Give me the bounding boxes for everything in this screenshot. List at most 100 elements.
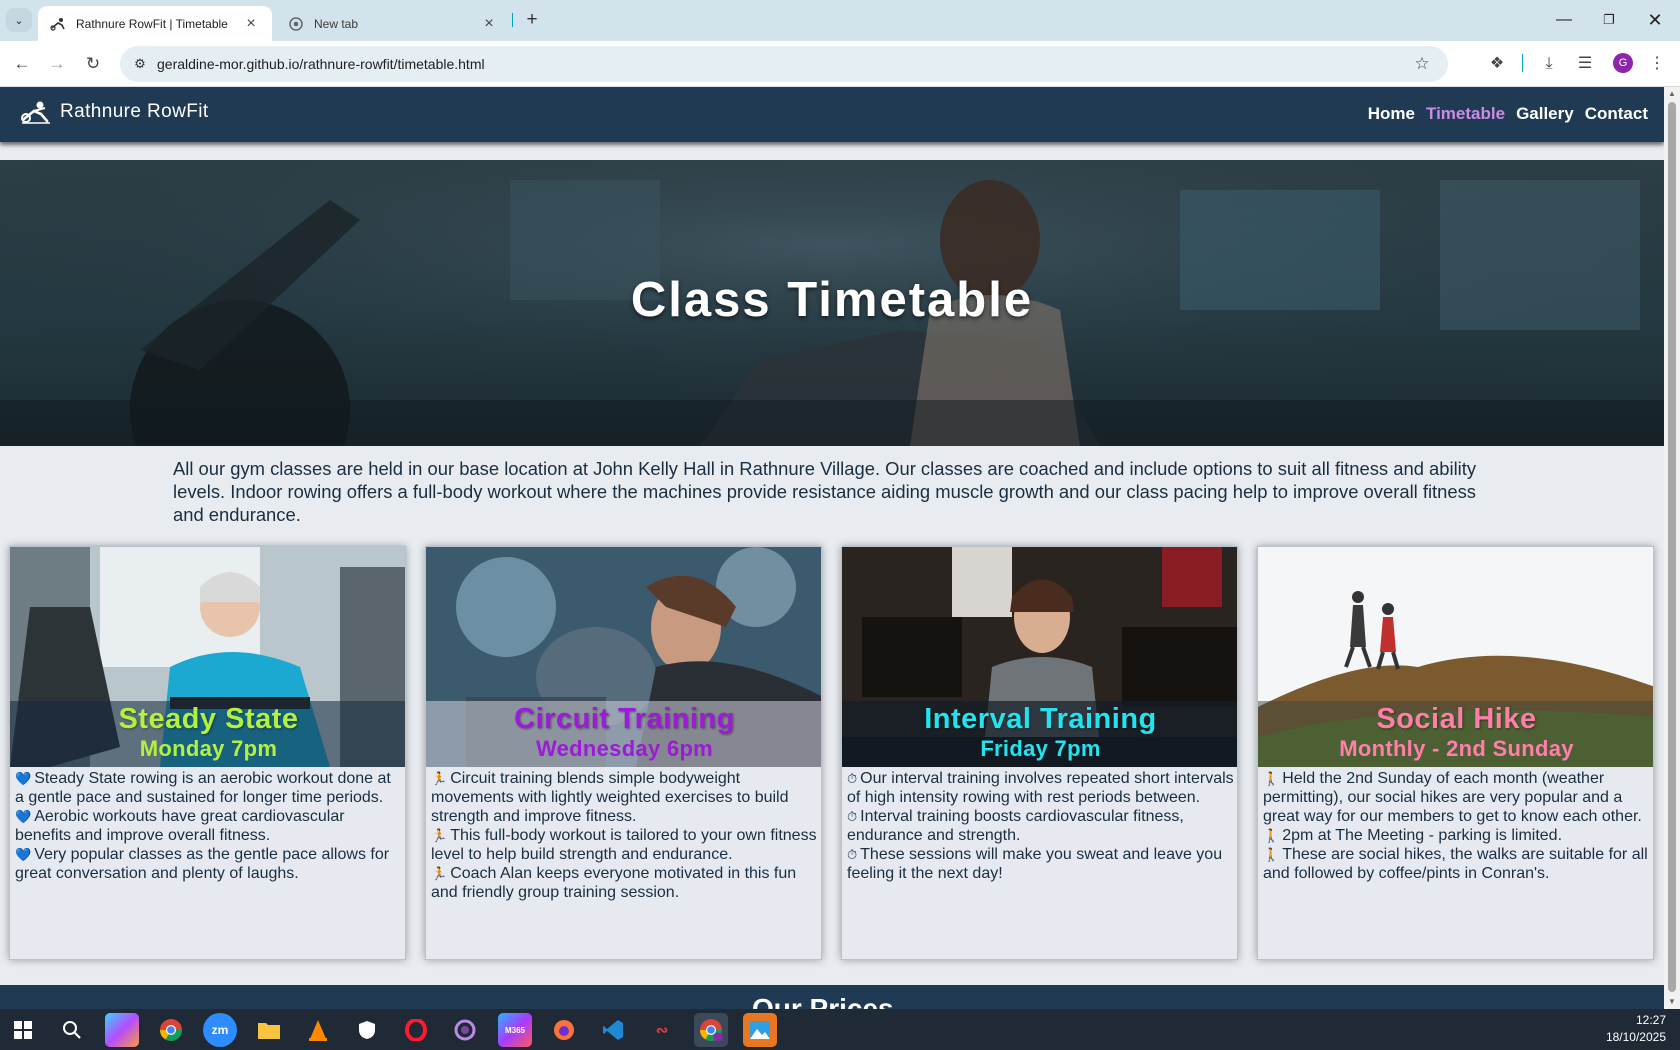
class-point: These are social hikes, the walks are su… bbox=[1263, 846, 1648, 882]
browser-tab-new[interactable]: New tab × bbox=[276, 6, 510, 41]
class-point: Held the 2nd Sunday of each month (weath… bbox=[1263, 770, 1642, 825]
nav-contact[interactable]: Contact bbox=[1585, 104, 1648, 124]
class-point: Coach Alan keeps everyone motivated in t… bbox=[431, 865, 797, 901]
class-name: Interval Training bbox=[924, 703, 1157, 735]
class-point: These sessions will make you sweat and l… bbox=[847, 846, 1223, 882]
zoom-icon[interactable]: zm bbox=[203, 1013, 237, 1047]
close-window-icon[interactable]: ✕ bbox=[1634, 6, 1676, 34]
os-taskbar: zm M365 ∾ 12:27 18/10/2025 bbox=[0, 1009, 1680, 1050]
forward-arrow-icon[interactable]: → bbox=[44, 51, 70, 77]
m365-icon[interactable]: M365 bbox=[498, 1013, 532, 1047]
site-navbar: Rathnure RowFit Home Timetable Gallery C… bbox=[0, 87, 1664, 142]
profile-avatar[interactable]: G bbox=[1613, 53, 1633, 73]
heart-icon: 💙 bbox=[15, 847, 32, 862]
hiker-icon: 🚶 bbox=[1263, 847, 1280, 862]
system-clock[interactable]: 12:27 18/10/2025 bbox=[1606, 1012, 1666, 1046]
vscode-icon[interactable] bbox=[596, 1013, 630, 1047]
class-banner: Circuit Training Wednesday 6pm bbox=[426, 701, 821, 767]
runner-icon: 🏃 bbox=[431, 771, 448, 786]
class-description: 💙 Steady State rowing is an aerobic worko… bbox=[15, 769, 403, 883]
class-time: Friday 7pm bbox=[980, 736, 1101, 761]
class-time: Wednesday 6pm bbox=[535, 736, 714, 761]
class-card-interval-training: Interval Training Friday 7pm ⏱ Our interv… bbox=[841, 546, 1238, 960]
clock-time: 12:27 bbox=[1635, 1013, 1666, 1027]
photos-icon[interactable] bbox=[743, 1013, 777, 1047]
browser-tab-active[interactable]: Rathnure RowFit | Timetable × bbox=[38, 6, 272, 41]
url-text[interactable]: geraldine-mor.github.io/rathnure-rowfit/… bbox=[157, 56, 485, 72]
stopwatch-icon: ⏱ bbox=[847, 809, 858, 824]
media-controls-icon[interactable]: ☰ bbox=[1572, 51, 1598, 77]
new-tab-plus-icon[interactable]: + bbox=[520, 8, 544, 32]
vlc-icon[interactable] bbox=[301, 1013, 335, 1047]
tor-icon[interactable] bbox=[448, 1013, 482, 1047]
tab-title: New tab bbox=[314, 16, 359, 31]
class-banner: Social Hike Monthly - 2nd Sunday bbox=[1258, 701, 1653, 767]
clock-date: 18/10/2025 bbox=[1605, 1030, 1666, 1044]
hero-banner: Class Timetable bbox=[0, 160, 1664, 446]
intro-paragraph: All our gym classes are held in our base… bbox=[173, 458, 1477, 525]
minimize-icon[interactable]: — bbox=[1543, 6, 1585, 34]
more-menu-icon[interactable]: ⋮ bbox=[1644, 51, 1670, 77]
browser-toolbar: ← → ↻ ⚙ geraldine-mor.github.io/rathnure… bbox=[0, 41, 1680, 87]
security-icon[interactable] bbox=[350, 1013, 384, 1047]
nav-timetable[interactable]: Timetable bbox=[1426, 104, 1505, 124]
class-card-circuit-training: Circuit Training Wednesday 6pm 🏃 Circuit … bbox=[425, 546, 822, 960]
hiker-icon: 🚶 bbox=[1263, 828, 1280, 843]
class-point: Aerobic workouts have great cardiovascul… bbox=[15, 808, 345, 844]
class-card-steady-state: Steady State Monday 7pm 💙 Steady State ro… bbox=[9, 546, 406, 960]
class-banner: Steady State Monday 7pm bbox=[10, 701, 405, 767]
acrobat-icon[interactable]: ∾ bbox=[645, 1013, 679, 1047]
bookmark-star-icon[interactable]: ☆ bbox=[1410, 52, 1434, 76]
chrome-profile-icon[interactable] bbox=[694, 1013, 728, 1047]
class-point: Interval training boosts cardiovascular … bbox=[847, 808, 1184, 844]
nav-gallery[interactable]: Gallery bbox=[1516, 104, 1574, 124]
back-arrow-icon[interactable]: ← bbox=[9, 51, 35, 77]
page-title: Class Timetable bbox=[630, 273, 1034, 327]
class-name: Social Hike bbox=[1376, 703, 1537, 735]
stopwatch-icon: ⏱ bbox=[847, 771, 858, 786]
restore-icon[interactable]: ❐ bbox=[1588, 6, 1630, 34]
start-icon[interactable] bbox=[6, 1013, 40, 1047]
heart-icon: 💙 bbox=[15, 809, 32, 824]
nav-home[interactable]: Home bbox=[1368, 104, 1415, 124]
copilot-icon[interactable] bbox=[105, 1013, 139, 1047]
class-description: 🏃 Circuit training blends simple bodyweig… bbox=[431, 769, 819, 902]
class-point: Our interval training involves repeated … bbox=[847, 770, 1234, 806]
class-name: Circuit Training bbox=[514, 703, 735, 735]
class-point: This full-body workout is tailored to yo… bbox=[431, 827, 817, 863]
reload-icon[interactable]: ↻ bbox=[80, 51, 106, 77]
rower-icon bbox=[50, 16, 66, 32]
close-tab-icon[interactable]: × bbox=[478, 15, 500, 33]
class-description: ⏱ Our interval training involves repeated… bbox=[847, 769, 1235, 883]
address-bar[interactable]: ⚙ geraldine-mor.github.io/rathnure-rowfi… bbox=[120, 46, 1448, 82]
prices-heading: Our Prices bbox=[752, 993, 894, 1009]
tab-title: Rathnure RowFit | Timetable bbox=[76, 16, 228, 31]
class-point: Steady State rowing is an aerobic workou… bbox=[15, 770, 391, 806]
class-point: Very popular classes as the gentle pace … bbox=[15, 846, 390, 882]
tab-divider bbox=[512, 13, 513, 27]
scroll-up-icon[interactable]: ▲ bbox=[1667, 89, 1677, 99]
browser-tab-strip: ⌄ Rathnure RowFit | Timetable × New tab … bbox=[0, 0, 1680, 41]
search-icon[interactable] bbox=[55, 1013, 89, 1047]
page-viewport: Rathnure RowFit Home Timetable Gallery C… bbox=[0, 87, 1664, 1009]
hiker-icon: 🚶 bbox=[1263, 771, 1280, 786]
rower-logo-icon bbox=[21, 101, 50, 124]
page-scrollbar[interactable]: ▲ ▼ bbox=[1664, 87, 1680, 1009]
site-info-icon[interactable]: ⚙ bbox=[128, 52, 152, 76]
site-logo[interactable]: Rathnure RowFit bbox=[20, 99, 209, 125]
opera-icon[interactable] bbox=[399, 1013, 433, 1047]
download-icon[interactable]: ⤓ bbox=[1536, 51, 1562, 77]
runner-icon: 🏃 bbox=[431, 866, 448, 881]
class-point: 2pm at The Meeting - parking is limited. bbox=[1282, 827, 1563, 844]
chrome-icon[interactable] bbox=[154, 1013, 188, 1047]
firefox-icon[interactable] bbox=[547, 1013, 581, 1047]
file-explorer-icon[interactable] bbox=[252, 1013, 286, 1047]
close-tab-icon[interactable]: × bbox=[240, 15, 262, 33]
tab-search-chevron-down-icon[interactable]: ⌄ bbox=[6, 8, 32, 32]
class-description: 🚶 Held the 2nd Sunday of each month (weat… bbox=[1263, 769, 1651, 883]
main-nav: Home Timetable Gallery Contact bbox=[1368, 104, 1648, 124]
scroll-thumb[interactable] bbox=[1668, 102, 1676, 992]
scroll-down-icon[interactable]: ▼ bbox=[1667, 997, 1677, 1007]
extensions-puzzle-icon[interactable]: ❖ bbox=[1484, 51, 1510, 77]
class-card-social-hike: Social Hike Monthly - 2nd Sunday 🚶 Held t… bbox=[1257, 546, 1654, 960]
